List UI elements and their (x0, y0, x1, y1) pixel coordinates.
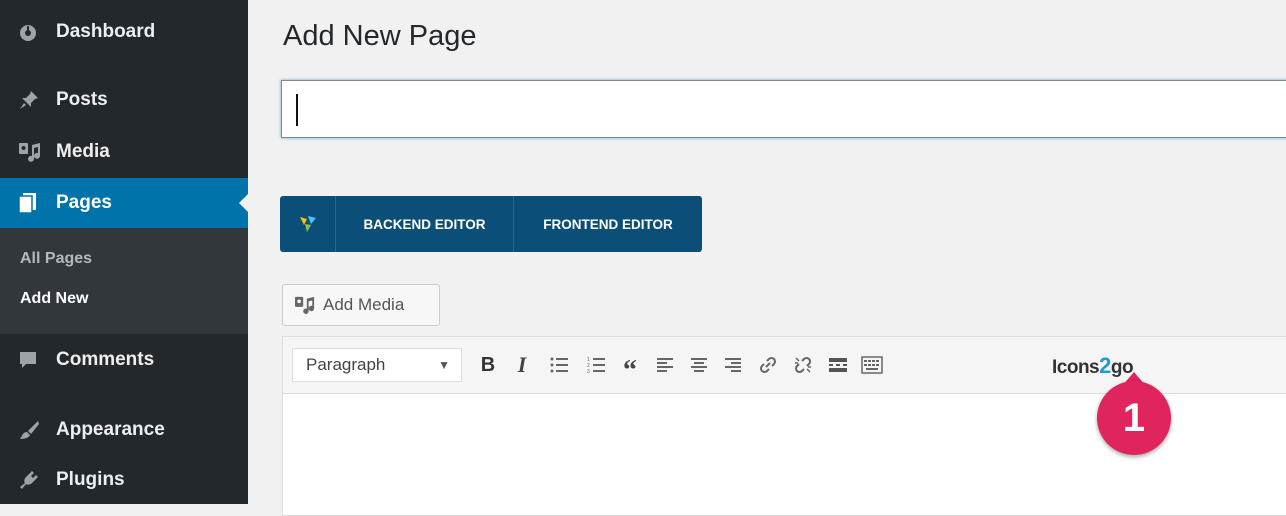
icons2go-button[interactable]: Icons2go (1052, 353, 1134, 379)
sidebar-item-media[interactable]: Media (0, 128, 248, 176)
page-builder-toolbar: BACKEND EDITOR FRONTEND EDITOR (280, 196, 702, 252)
sidebar-item-label: Dashboard (56, 21, 156, 42)
text-cursor (296, 94, 298, 126)
format-select-value: Paragraph (306, 355, 386, 374)
add-media-button[interactable]: Add Media (282, 284, 440, 326)
paintbrush-icon (18, 419, 56, 441)
page-title-input[interactable] (281, 80, 1286, 138)
sidebar-item-label: Plugins (56, 469, 125, 490)
icons2go-label-number: 2 (1099, 353, 1111, 378)
sidebar-item-label: Posts (56, 89, 108, 110)
svg-text:3: 3 (587, 369, 590, 374)
backend-editor-button[interactable]: BACKEND EDITOR (336, 196, 514, 252)
sidebar-item-label: Appearance (56, 419, 165, 440)
sidebar-item-appearance[interactable]: Appearance (0, 406, 248, 454)
pages-icon (18, 192, 56, 214)
dashboard-icon (18, 22, 56, 42)
page-title: Add New Page (283, 20, 477, 52)
frontend-editor-button[interactable]: FRONTEND EDITOR (514, 196, 702, 252)
sidebar-item-label: Comments (56, 349, 155, 370)
sidebar-item-label: Pages (56, 192, 112, 213)
read-more-icon[interactable] (824, 351, 852, 379)
media-icon (293, 295, 317, 315)
align-right-icon[interactable] (719, 351, 747, 379)
toolbar-toggle-icon[interactable] (858, 351, 886, 379)
sidebar-item-label: Media (56, 141, 110, 162)
blockquote-icon[interactable]: “ (616, 351, 644, 386)
format-select[interactable]: Paragraph ▼ (292, 348, 462, 382)
page-builder-logo-icon[interactable] (280, 196, 336, 252)
submenu-item-add-new[interactable]: Add New (20, 290, 88, 308)
chevron-down-icon: ▼ (438, 358, 450, 372)
pages-submenu: All Pages Add New (0, 228, 248, 334)
bulleted-list-icon[interactable] (545, 351, 573, 379)
numbered-list-icon[interactable]: 123 (582, 351, 610, 379)
submenu-item-all-pages[interactable]: All Pages (20, 250, 92, 268)
sidebar-item-pages[interactable]: Pages (0, 178, 248, 228)
sidebar-item-dashboard[interactable]: Dashboard (0, 8, 248, 56)
sidebar-item-plugins[interactable]: Plugins (0, 456, 248, 504)
sidebar-item-comments[interactable]: Comments (0, 336, 248, 384)
pushpin-icon (18, 89, 56, 111)
comment-icon (18, 350, 56, 370)
align-center-icon[interactable] (685, 351, 713, 379)
add-media-label: Add Media (323, 295, 405, 314)
plugin-icon (18, 469, 56, 491)
link-icon[interactable] (754, 351, 782, 379)
media-icon (18, 141, 56, 163)
callout-badge: 1 (1097, 381, 1171, 455)
sidebar-item-posts[interactable]: Posts (0, 76, 248, 124)
admin-sidebar: Dashboard Posts Media Pages All Pages Ad… (0, 0, 248, 504)
current-menu-arrow (239, 194, 248, 212)
unlink-icon[interactable] (789, 351, 817, 379)
icons2go-label-prefix: Icons (1052, 357, 1100, 378)
align-left-icon[interactable] (651, 351, 679, 379)
italic-button[interactable]: I (508, 351, 536, 379)
bold-button[interactable]: B (474, 351, 502, 379)
